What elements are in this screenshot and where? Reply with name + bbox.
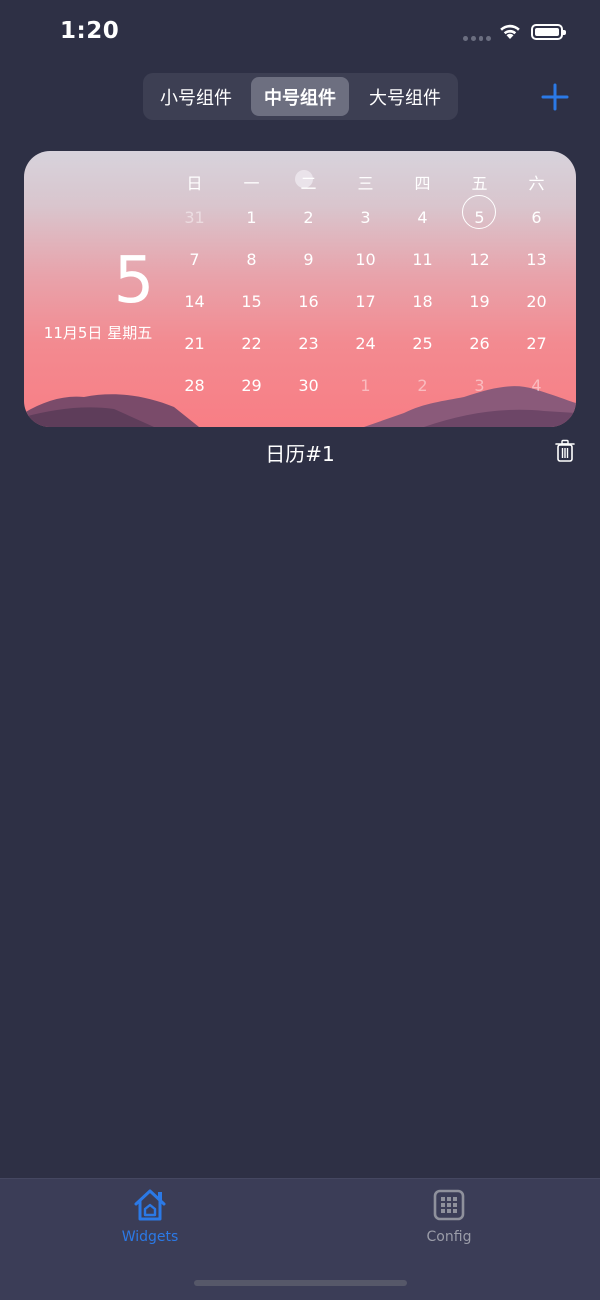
weekday-label: 六	[528, 174, 545, 193]
calendar-day: 11	[412, 250, 433, 269]
segment-medium[interactable]: 中号组件	[251, 77, 349, 116]
tab-widgets[interactable]: Widgets	[90, 1187, 210, 1245]
calendar-day: 8	[246, 250, 257, 269]
plus-icon[interactable]	[540, 82, 570, 112]
calendar-day: 6	[531, 208, 542, 227]
calendar-day: 29	[241, 376, 262, 395]
weekday-label: 日	[186, 174, 203, 193]
calendar-day: 18	[412, 292, 433, 311]
calendar-day: 10	[355, 250, 376, 269]
widget-size-segmented-control: 小号组件 中号组件 大号组件	[143, 73, 458, 120]
calendar-day: 27	[526, 334, 547, 353]
calendar-day: 14	[184, 292, 205, 311]
calendar-day: 20	[526, 292, 547, 311]
widget-calendar-grid: 日 一 二 三 四 五 六 31 1 2 3 4 5 6 7 8 9 10 11…	[166, 173, 566, 407]
calendar-week-row: 28 29 30 1 2 3 4	[166, 365, 566, 407]
calendar-day: 22	[241, 334, 262, 353]
trash-icon[interactable]	[555, 439, 575, 463]
home-indicator[interactable]	[194, 1280, 407, 1286]
calendar-day: 23	[298, 334, 319, 353]
weekday-label: 三	[357, 174, 374, 193]
calendar-day: 12	[469, 250, 490, 269]
status-time: 1:20	[60, 18, 120, 44]
segment-small[interactable]: 小号组件	[147, 77, 245, 116]
wifi-icon	[500, 24, 520, 39]
calendar-week-row: 31 1 2 3 4 5 6	[166, 195, 566, 239]
calendar-day: 28	[184, 376, 205, 395]
calendar-day: 3	[360, 208, 371, 227]
calendar-day: 7	[189, 250, 200, 269]
widget-name-label: 日历#1	[265, 442, 335, 466]
calendar-day: 19	[469, 292, 490, 311]
weekday-label: 四	[414, 174, 431, 193]
weekday-label: 五	[471, 174, 488, 193]
calendar-day: 13	[526, 250, 547, 269]
calendar-day: 2	[303, 208, 314, 227]
calendar-day: 17	[355, 292, 376, 311]
calendar-widget-preview[interactable]: 5 11月5日 星期五 日 一 二 三 四 五 六 31 1 2 3 4 5 6…	[24, 151, 576, 427]
calendar-day: 4	[417, 208, 428, 227]
calendar-day: 24	[355, 334, 376, 353]
tab-config[interactable]: Config	[389, 1187, 509, 1245]
calendar-day: 2	[417, 376, 428, 395]
calendar-week-row: 21 22 23 24 25 26 27	[166, 323, 566, 365]
calendar-week-row: 7 8 9 10 11 12 13	[166, 239, 566, 281]
calendar-day: 25	[412, 334, 433, 353]
calendar-day: 1	[360, 376, 371, 395]
cellular-signal-icon	[463, 36, 491, 42]
widget-date-text: 11月5日 星期五	[43, 324, 153, 342]
calendar-day: 15	[241, 292, 262, 311]
calendar-day: 16	[298, 292, 319, 311]
calendar-day: 26	[469, 334, 490, 353]
calendar-day: 3	[474, 376, 485, 395]
weekday-header-row: 日 一 二 三 四 五 六	[166, 173, 566, 195]
tab-widgets-label: Widgets	[121, 1229, 179, 1245]
house-icon	[134, 1189, 166, 1221]
calendar-day: 1	[246, 208, 257, 227]
battery-icon	[531, 24, 566, 40]
calendar-day: 30	[298, 376, 319, 395]
weekday-label: 一	[243, 174, 260, 193]
grid-icon	[433, 1189, 465, 1221]
status-bar: 1:20	[0, 0, 600, 66]
calendar-day: 21	[184, 334, 205, 353]
calendar-week-row: 14 15 16 17 18 19 20	[166, 281, 566, 323]
calendar-day: 4	[531, 376, 542, 395]
segment-large[interactable]: 大号组件	[356, 77, 454, 116]
calendar-day: 31	[184, 208, 205, 227]
calendar-day: 9	[303, 250, 314, 269]
tab-config-label: Config	[426, 1229, 472, 1245]
calendar-day-today: 5	[451, 195, 508, 239]
weekday-label: 二	[300, 174, 317, 193]
